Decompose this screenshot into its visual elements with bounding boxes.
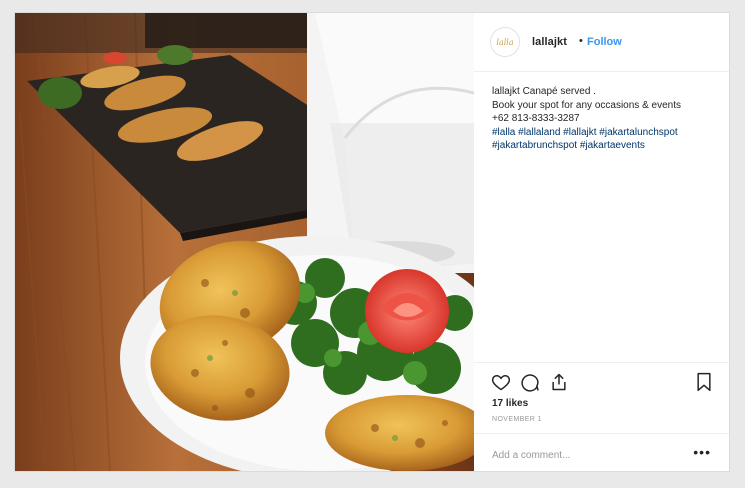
bookmark-icon[interactable]: [695, 372, 713, 392]
avatar[interactable]: lalla: [490, 27, 520, 57]
caption-line: lallajkt Canapé served .: [492, 86, 596, 97]
comment-input[interactable]: Add a comment...: [492, 450, 570, 461]
hashtag-line[interactable]: #jakartabrunchspot #jakartaevents: [492, 139, 717, 153]
food-photo-image: [15, 13, 474, 471]
post-actions: 17 likes NOVEMBER 1 Add a comment... •••: [474, 362, 729, 471]
comment-bar: Add a comment... •••: [474, 433, 729, 471]
follow-button[interactable]: Follow: [587, 36, 622, 48]
post-header: lalla lallajkt • Follow: [474, 13, 729, 72]
share-icon[interactable]: [549, 372, 569, 392]
hashtag-line[interactable]: #lalla #lallaland #lallajkt #jakartalunc…: [492, 126, 717, 140]
instagram-post: lalla lallajkt • Follow lallajkt Canapé …: [14, 12, 730, 472]
caption-line: Book your spot for any occasions & event…: [492, 99, 681, 111]
post-caption: lallajkt Canapé served . Book your spot …: [492, 85, 717, 153]
comment-icon[interactable]: [520, 372, 540, 392]
avatar-logo-text: lalla: [496, 37, 514, 47]
username-link[interactable]: lallajkt: [532, 36, 567, 48]
more-options-icon[interactable]: •••: [693, 444, 711, 460]
heart-icon[interactable]: [491, 372, 511, 392]
post-photo[interactable]: [15, 13, 474, 471]
post-sidebar: lalla lallajkt • Follow lallajkt Canapé …: [474, 13, 729, 471]
separator-dot: •: [579, 35, 583, 47]
like-count[interactable]: 17 likes: [492, 398, 528, 409]
post-date[interactable]: NOVEMBER 1: [492, 416, 542, 423]
caption-line: +62 813-8333-3287: [492, 113, 580, 124]
